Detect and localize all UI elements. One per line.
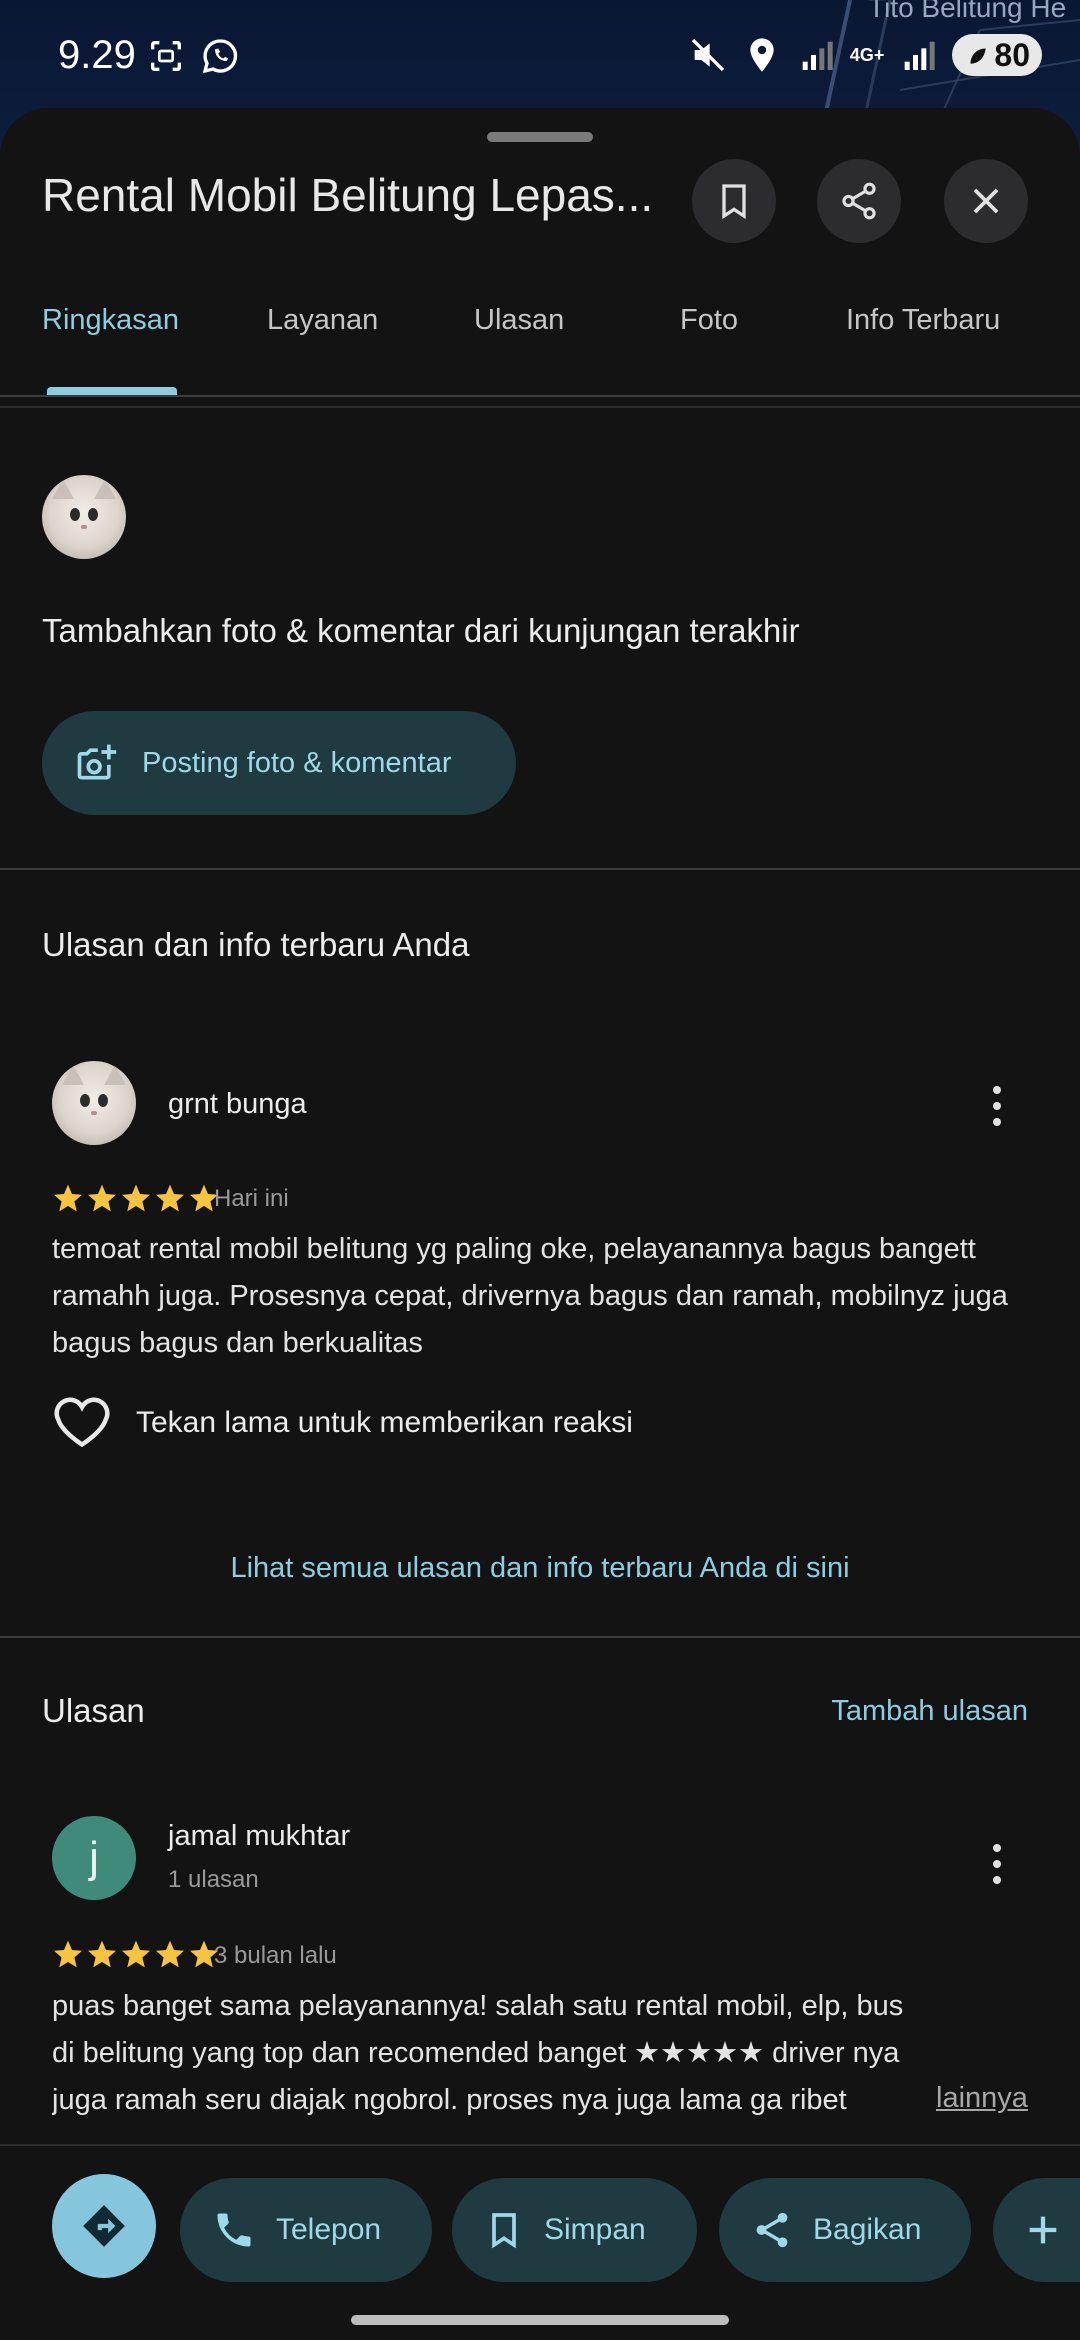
post-photo-button[interactable]: Posting foto & komentar xyxy=(42,711,516,815)
reviewer-name[interactable]: grnt bunga xyxy=(168,1088,307,1121)
reviewer-avatar xyxy=(52,1061,136,1145)
reviewer-review-count: 1 ulasan xyxy=(168,1866,259,1893)
share-icon xyxy=(756,2212,788,2248)
notification-icons xyxy=(146,36,240,76)
section-divider xyxy=(0,1636,1080,1638)
reviewer-name[interactable]: jamal mukhtar xyxy=(168,1820,350,1853)
plus-icon xyxy=(1029,2216,1057,2244)
star-icon xyxy=(156,1940,184,1968)
status-bar: 9.29 4G+ 80 xyxy=(0,0,1080,110)
reviews-heading: Ulasan xyxy=(42,1692,145,1729)
tab-ulasan[interactable]: Ulasan xyxy=(474,304,564,337)
battery-level: 80 xyxy=(994,36,1030,73)
star-icon xyxy=(122,1940,150,1968)
tab-indicator xyxy=(47,387,177,395)
signal-icon-2 xyxy=(905,41,936,70)
status-time: 9.29 xyxy=(58,33,136,77)
my-reviews-heading: Ulasan dan info terbaru Anda xyxy=(42,926,470,963)
place-title: Rental Mobil Belitung Lepas... xyxy=(42,169,654,221)
star-icon xyxy=(122,1184,150,1212)
place-sheet: Rental Mobil Belitung Lepas... Ringkasan… xyxy=(0,108,1080,2340)
battery-saver-icon xyxy=(970,48,987,64)
post-photo-label: Posting foto & komentar xyxy=(142,746,452,779)
mute-icon xyxy=(691,38,725,72)
more-options-icon[interactable] xyxy=(977,1840,1017,1888)
network-type: 4G+ xyxy=(849,44,885,65)
screenshot-icon xyxy=(151,41,181,71)
save-place-button[interactable] xyxy=(692,159,776,243)
signal-icon xyxy=(802,41,833,70)
review-text: puas banget sama pelayanannya! salah sat… xyxy=(52,1990,904,2116)
close-icon xyxy=(973,188,999,214)
section-divider xyxy=(0,868,1080,870)
reviewer-avatar[interactable]: j xyxy=(52,1816,136,1900)
add-photo-icon xyxy=(77,744,117,780)
star-icon xyxy=(54,1184,82,1212)
section-divider xyxy=(0,406,1080,408)
rating-stars xyxy=(52,1182,220,1214)
review-text: temoat rental mobil belitung yg paling o… xyxy=(52,1233,1008,1359)
share-label: Bagikan xyxy=(813,2213,922,2246)
location-icon xyxy=(750,38,774,72)
heart-icon[interactable] xyxy=(52,1394,112,1450)
rating-stars xyxy=(52,1938,220,1970)
bookmark-icon xyxy=(722,184,746,220)
close-button[interactable] xyxy=(944,159,1028,243)
tab-foto[interactable]: Foto xyxy=(680,304,738,337)
read-more-link[interactable]: lainnya xyxy=(936,2082,1028,2115)
tab-layanan[interactable]: Layanan xyxy=(267,304,378,337)
star-icon xyxy=(156,1184,184,1212)
battery-indicator: 80 xyxy=(952,34,1042,76)
tab-ringkasan[interactable]: Ringkasan xyxy=(42,304,179,337)
save-button[interactable]: Simpan xyxy=(452,2178,697,2282)
see-all-my-reviews-link[interactable]: Lihat semua ulasan dan info terbaru Anda… xyxy=(0,1552,1080,1585)
call-button[interactable]: Telepon xyxy=(180,2178,432,2282)
save-label: Simpan xyxy=(544,2213,646,2246)
user-avatar xyxy=(42,475,126,559)
review-time: Hari ini xyxy=(214,1185,289,1212)
drag-handle[interactable] xyxy=(487,132,593,142)
directions-button[interactable] xyxy=(52,2174,156,2278)
star-icon xyxy=(54,1940,82,1968)
share-icon xyxy=(842,182,876,220)
share-place-button[interactable] xyxy=(817,159,901,243)
call-label: Telepon xyxy=(276,2213,382,2246)
tab-bar: Ringkasan Layanan Ulasan Foto Info Terba… xyxy=(0,304,1080,394)
star-icon xyxy=(88,1940,116,1968)
system-icons: 4G+ 80 xyxy=(688,34,1042,76)
action-bar: Telepon Simpan Bagikan xyxy=(0,2144,1080,2340)
whatsapp-icon xyxy=(202,39,238,74)
directions-icon xyxy=(83,2205,125,2247)
bookmark-icon xyxy=(492,2213,516,2249)
tabs-divider xyxy=(0,395,1080,397)
home-indicator[interactable] xyxy=(351,2315,729,2325)
react-hint: Tekan lama untuk memberikan reaksi xyxy=(136,1406,633,1439)
review-time: 3 bulan lalu xyxy=(214,1942,337,1969)
more-options-icon[interactable] xyxy=(977,1082,1017,1130)
more-actions-button[interactable] xyxy=(993,2178,1080,2282)
phone-icon xyxy=(217,2213,251,2247)
star-icon xyxy=(88,1184,116,1212)
add-photo-heading: Tambahkan foto & komentar dari kunjungan… xyxy=(42,612,800,649)
tab-info-terbaru[interactable]: Info Terbaru xyxy=(846,304,1000,337)
share-button[interactable]: Bagikan xyxy=(719,2178,971,2282)
add-review-link[interactable]: Tambah ulasan xyxy=(831,1695,1028,1728)
